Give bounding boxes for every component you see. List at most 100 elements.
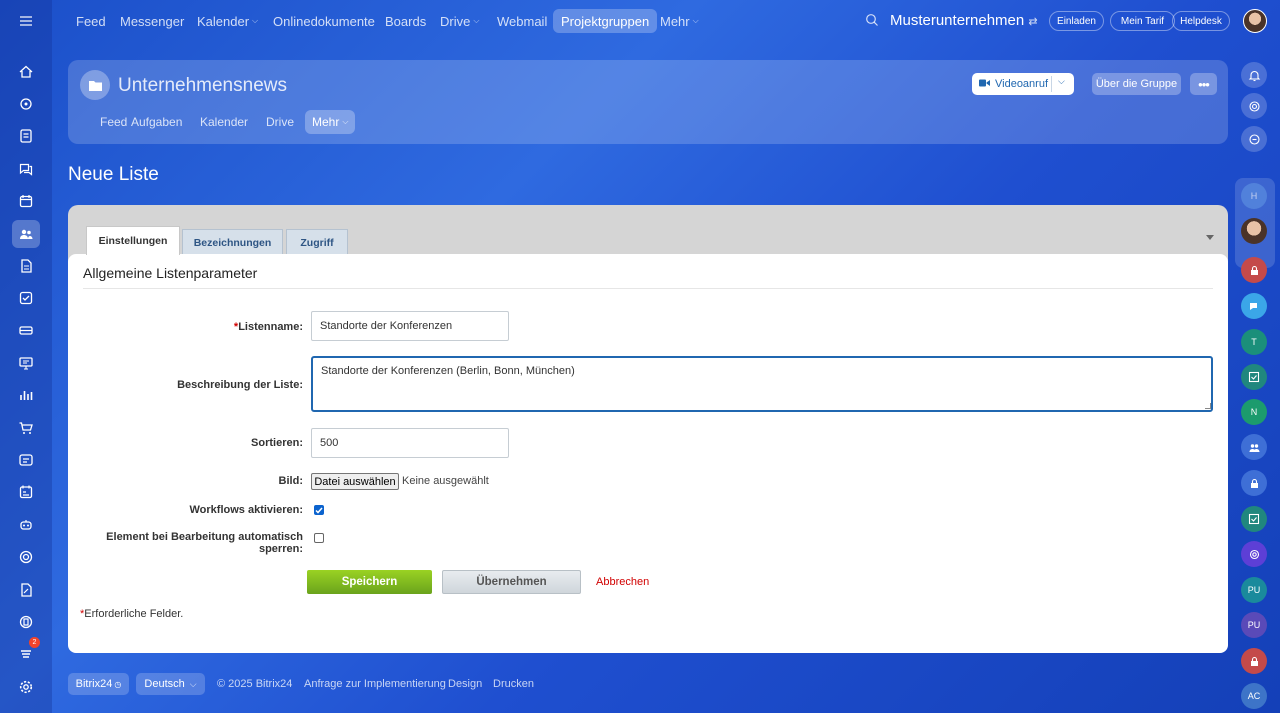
checkbox-icon[interactable] bbox=[1241, 364, 1267, 390]
group-tab-label: Aufgaben bbox=[131, 115, 183, 129]
tasks-icon[interactable] bbox=[13, 285, 39, 311]
tab-einstellungen[interactable]: Einstellungen bbox=[86, 226, 180, 255]
chat-avatar[interactable]: H bbox=[1241, 183, 1267, 209]
search-icon[interactable] bbox=[865, 13, 879, 32]
tab-label: Bezeichnungen bbox=[193, 237, 272, 249]
notification-count-badge: 2 bbox=[29, 637, 40, 648]
analytics-icon[interactable] bbox=[13, 382, 39, 408]
nav-item-feed[interactable]: Feed bbox=[68, 9, 114, 33]
group-tab-kalender[interactable]: Kalender bbox=[193, 110, 255, 134]
footer-link-design[interactable]: Design bbox=[448, 678, 482, 690]
chat-icon[interactable] bbox=[13, 156, 39, 182]
choose-file-button[interactable]: Datei auswählen bbox=[311, 473, 399, 490]
list-name-input[interactable]: Standorte der Konferenzen bbox=[311, 311, 509, 341]
top-navigation: Feed Messenger Kalender ⌵ Onlinedokumente… bbox=[52, 0, 1280, 42]
video-call-button[interactable]: Videoanruf ⌵ bbox=[972, 73, 1074, 95]
copilot-icon[interactable] bbox=[1241, 93, 1267, 119]
nav-item-drive[interactable]: Drive ⌵ bbox=[432, 9, 487, 33]
sites-icon[interactable] bbox=[13, 350, 39, 376]
chat-avatar-label: N bbox=[1250, 407, 1258, 417]
timeman-icon[interactable] bbox=[13, 479, 39, 505]
group-tab-aufgaben[interactable]: Aufgaben bbox=[124, 110, 189, 134]
helpdesk-button[interactable]: Helpdesk bbox=[1172, 11, 1230, 31]
chevron-down-icon: ⌵ bbox=[342, 117, 349, 126]
chat-avatar[interactable]: PU bbox=[1241, 612, 1267, 638]
nav-item-boards[interactable]: Boards bbox=[377, 9, 434, 33]
list-name-label-text: Listenname: bbox=[238, 321, 303, 333]
divider bbox=[83, 288, 1213, 289]
camera-icon bbox=[979, 78, 990, 90]
tab-zugriff[interactable]: Zugriff bbox=[286, 229, 348, 256]
choose-file-label: Datei auswählen bbox=[314, 475, 396, 488]
groups-icon[interactable] bbox=[12, 220, 40, 248]
notifications-stack-icon[interactable]: 2 bbox=[13, 637, 40, 667]
language-select[interactable]: Deutsch ⌵ bbox=[136, 673, 205, 695]
workflow-checkbox[interactable] bbox=[314, 505, 324, 515]
settings-icon[interactable] bbox=[13, 674, 39, 700]
chat-avatar[interactable]: T bbox=[1241, 329, 1267, 355]
about-group-button[interactable]: Über die Gruppe bbox=[1092, 73, 1181, 95]
nav-item-projektgruppen[interactable]: Projektgruppen bbox=[553, 9, 658, 33]
tab-bezeichnungen[interactable]: Bezeichnungen bbox=[182, 229, 283, 256]
lock-icon[interactable] bbox=[1241, 257, 1267, 283]
chat-bubbles-icon[interactable] bbox=[1241, 293, 1267, 319]
tab-label: Einstellungen bbox=[98, 235, 168, 247]
more-options-icon[interactable]: ••• bbox=[1190, 73, 1217, 95]
nav-item-messenger[interactable]: Messenger bbox=[112, 9, 192, 33]
collapse-arrow-icon[interactable] bbox=[1206, 235, 1214, 240]
chat-avatar[interactable]: PU bbox=[1241, 577, 1267, 603]
nav-label: Boards bbox=[385, 13, 427, 29]
company-name[interactable]: Musterunternehmen ⇄ bbox=[890, 12, 1038, 29]
save-button[interactable]: Speichern bbox=[307, 570, 432, 594]
menu-icon[interactable] bbox=[13, 8, 39, 34]
chevron-down-icon: ⌵ bbox=[252, 16, 259, 25]
shop-icon[interactable] bbox=[13, 415, 39, 441]
nav-label: Projektgruppen bbox=[561, 13, 650, 29]
save-label: Speichern bbox=[341, 576, 398, 588]
lock-icon[interactable] bbox=[1241, 648, 1267, 674]
checkbox-icon[interactable] bbox=[1241, 506, 1267, 532]
chat-avatar[interactable] bbox=[1241, 218, 1267, 244]
feed-icon[interactable] bbox=[13, 123, 39, 149]
knowledge-base-icon[interactable] bbox=[13, 609, 39, 635]
description-textarea[interactable]: Standorte der Konferenzen (Berlin, Bonn,… bbox=[311, 356, 1213, 412]
contact-center-icon[interactable] bbox=[13, 447, 39, 473]
bell-icon[interactable] bbox=[1241, 62, 1267, 88]
signature-icon[interactable] bbox=[13, 577, 39, 603]
footer-link-print[interactable]: Drucken bbox=[493, 678, 534, 690]
cancel-link[interactable]: Abbrechen bbox=[596, 576, 649, 588]
required-note-text: Erforderliche Felder. bbox=[84, 608, 184, 620]
chat-avatar[interactable]: N bbox=[1241, 399, 1267, 425]
chevron-down-icon[interactable]: ⌵ bbox=[1058, 76, 1065, 87]
user-avatar[interactable] bbox=[1243, 9, 1267, 33]
lock-icon[interactable] bbox=[1241, 470, 1267, 496]
nav-item-webmail[interactable]: Webmail bbox=[489, 9, 555, 33]
nav-item-mehr[interactable]: Mehr ⌵ bbox=[652, 9, 707, 33]
footer-link-implementation[interactable]: Anfrage zur Implementierung bbox=[304, 678, 446, 690]
documents-icon[interactable] bbox=[13, 253, 39, 279]
apply-button[interactable]: Übernehmen bbox=[442, 570, 581, 594]
automation-icon[interactable] bbox=[13, 512, 39, 538]
nav-item-kalender[interactable]: Kalender ⌵ bbox=[189, 9, 266, 33]
calendar-icon[interactable] bbox=[13, 188, 39, 214]
marketing-icon[interactable] bbox=[13, 544, 39, 570]
copilot-icon[interactable] bbox=[1241, 541, 1267, 567]
invite-button[interactable]: Einladen bbox=[1049, 11, 1104, 31]
resize-handle-icon[interactable] bbox=[1205, 403, 1211, 409]
tariff-label: Mein Tarif bbox=[1120, 15, 1165, 27]
home-icon[interactable] bbox=[13, 59, 39, 85]
group-tab-drive[interactable]: Drive bbox=[259, 110, 301, 134]
sort-input[interactable]: 500 bbox=[311, 428, 509, 458]
nav-label: Mehr bbox=[660, 13, 690, 29]
brand-button[interactable]: Bitrix24 ◷ bbox=[68, 673, 129, 695]
nav-item-onlinedokumente[interactable]: Onlinedokumente bbox=[265, 9, 383, 33]
search-chat-icon[interactable] bbox=[1241, 126, 1267, 152]
group-icon[interactable] bbox=[1241, 434, 1267, 460]
tariff-button[interactable]: Mein Tarif bbox=[1110, 11, 1175, 31]
chat-avatar[interactable]: AC bbox=[1241, 683, 1267, 709]
group-tab-mehr[interactable]: Mehr ⌵ bbox=[305, 110, 356, 134]
group-header: Unternehmensnews Feed Aufgaben Kalender … bbox=[68, 60, 1228, 144]
collaboration-icon[interactable] bbox=[13, 91, 39, 117]
crm-icon[interactable] bbox=[13, 317, 39, 343]
auto-lock-checkbox[interactable] bbox=[314, 533, 324, 543]
